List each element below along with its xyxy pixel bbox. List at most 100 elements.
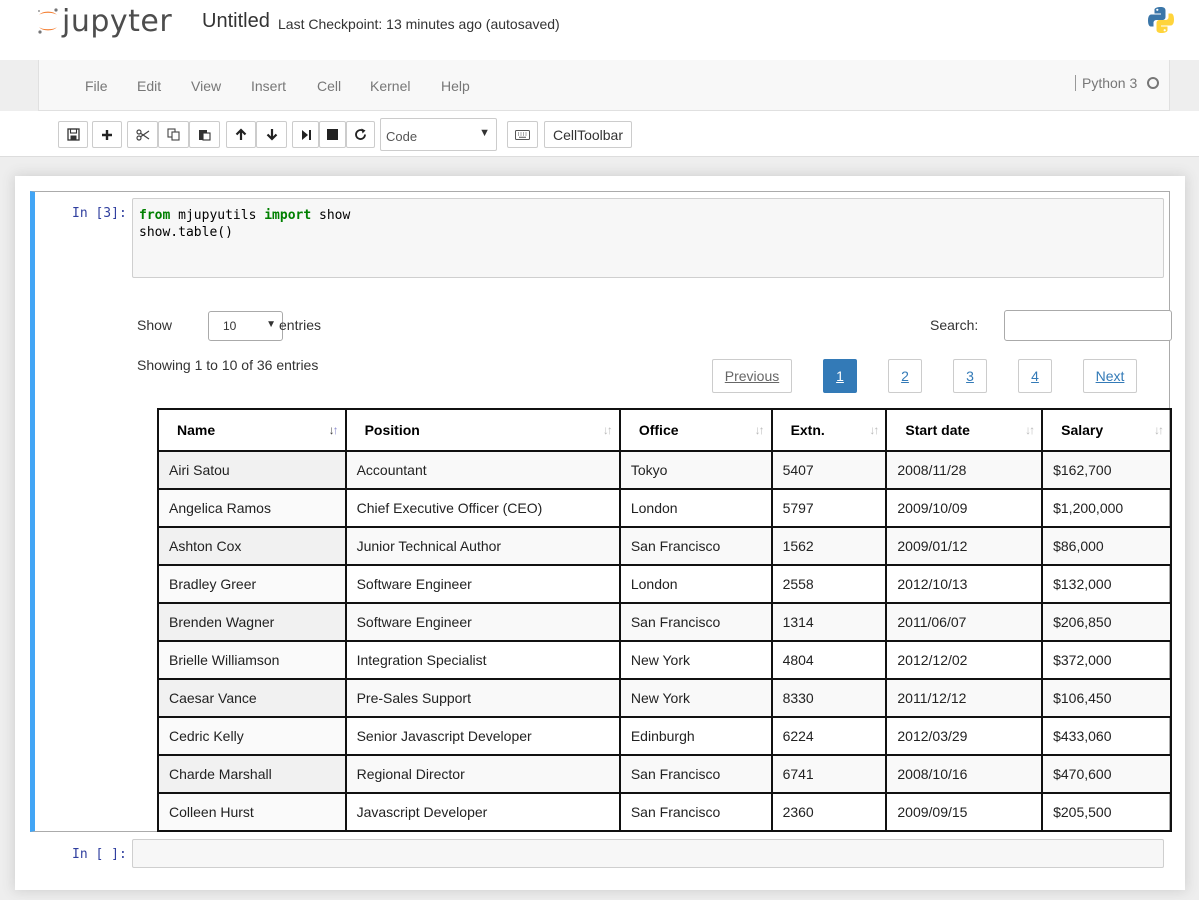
cell-position: Senior Javascript Developer xyxy=(344,716,621,756)
cell-salary: $1,200,000 xyxy=(1041,488,1172,528)
page-4-button[interactable]: 4 xyxy=(1018,359,1052,393)
next-button[interactable]: Next xyxy=(1083,359,1137,393)
cell-extn: 5407 xyxy=(770,450,888,490)
celltoolbar-button[interactable]: CellToolbar xyxy=(544,121,632,148)
checkpoint-status: Last Checkpoint: 13 minutes ago (autosav… xyxy=(278,16,560,32)
menu-file[interactable]: File xyxy=(85,78,108,94)
column-header-position[interactable]: Position ↓↑ xyxy=(344,408,621,452)
table-row: Brielle Williamson Integration Specialist… xyxy=(157,640,1172,680)
table-row: Airi Satou Accountant Tokyo 5407 2008/11/28 $… xyxy=(157,450,1172,490)
code-line-1: from mjupyutils import show xyxy=(139,207,1157,224)
cell-name: Airi Satou xyxy=(157,450,347,490)
table-row: Bradley Greer Software Engineer London 2558… xyxy=(157,564,1172,604)
empty-code-cell[interactable] xyxy=(132,839,1164,868)
kernel-indicator: Python 3 xyxy=(1075,75,1160,91)
menu-help[interactable]: Help xyxy=(441,78,470,94)
menu-insert[interactable]: Insert xyxy=(251,78,286,94)
cell-name: Angelica Ramos xyxy=(157,488,347,528)
column-header-start-date[interactable]: Start date ↓↑ xyxy=(885,408,1044,452)
column-label: Start date xyxy=(905,422,970,438)
cell-office: San Francisco xyxy=(618,526,773,566)
sort-icon: ↓↑ xyxy=(1154,423,1164,437)
table-row: Charde Marshall Regional Director San Fran… xyxy=(157,754,1172,794)
previous-button[interactable]: Previous xyxy=(712,359,792,393)
jupyter-logo[interactable]: jupyter xyxy=(36,4,172,39)
cell-name: Brenden Wagner xyxy=(157,602,347,642)
cell-prompt: In [3]: xyxy=(72,206,127,221)
save-icon xyxy=(66,128,80,141)
kernel-name: Python 3 xyxy=(1082,75,1138,91)
page-length-select[interactable]: 10 ▼ xyxy=(208,311,283,341)
cell-position: Integration Specialist xyxy=(344,640,621,680)
column-label: Name xyxy=(177,422,216,438)
cell-office: New York xyxy=(618,678,773,718)
cell-type-select[interactable]: Code ▼ xyxy=(380,118,497,151)
cell-name: Cedric Kelly xyxy=(157,716,347,756)
column-header-extn[interactable]: Extn. ↓↑ xyxy=(770,408,888,452)
copy-button[interactable] xyxy=(158,121,189,148)
cell-office: Tokyo xyxy=(618,450,773,490)
cell-start-date: 2009/09/15 xyxy=(885,792,1044,832)
paste-button[interactable] xyxy=(189,121,220,148)
header: jupyter Untitled Last Checkpoint: 13 min… xyxy=(0,0,1199,60)
menu-cell[interactable]: Cell xyxy=(317,78,341,94)
move-down-button[interactable] xyxy=(256,121,287,148)
table-row: Cedric Kelly Senior Javascript Developer E… xyxy=(157,716,1172,756)
selected-code-cell[interactable]: In [3]: from mjupyutils import show show… xyxy=(30,191,1172,832)
cell-salary: $470,600 xyxy=(1041,754,1172,794)
sort-icon: ↓↑ xyxy=(1025,423,1035,437)
column-header-name[interactable]: Name ↓↑ xyxy=(157,408,347,452)
command-palette-button[interactable] xyxy=(507,121,538,148)
code-editor[interactable]: from mjupyutils import show show.table() xyxy=(132,198,1164,278)
cell-name: Brielle Williamson xyxy=(157,640,347,680)
run-button[interactable] xyxy=(292,121,319,148)
cell-start-date: 2008/11/28 xyxy=(885,450,1044,490)
cell-salary: $86,000 xyxy=(1041,526,1172,566)
restart-button[interactable] xyxy=(346,121,375,148)
move-up-button[interactable] xyxy=(226,121,256,148)
data-table: Name ↓↑ Position ↓↑ Office ↓↑ Extn. ↓↑ Start… xyxy=(157,408,1172,832)
cell-position: Software Engineer xyxy=(344,564,621,604)
table-row: Angelica Ramos Chief Executive Officer (C… xyxy=(157,488,1172,528)
cell-office: London xyxy=(618,564,773,604)
table-row: Colleen Hurst Javascript Developer San Fra… xyxy=(157,792,1172,832)
cell-start-date: 2008/10/16 xyxy=(885,754,1044,794)
page-1-button[interactable]: 1 xyxy=(823,359,857,393)
search-input[interactable] xyxy=(1004,310,1172,341)
table-row: Brenden Wagner Software Engineer San Franc… xyxy=(157,602,1172,642)
cut-button[interactable] xyxy=(127,121,158,148)
table-row: Ashton Cox Junior Technical Author San Fra… xyxy=(157,526,1172,566)
cell-position: Chief Executive Officer (CEO) xyxy=(344,488,621,528)
cell-position: Regional Director xyxy=(344,754,621,794)
code-line-2: show.table() xyxy=(139,225,233,240)
save-button[interactable] xyxy=(58,121,88,148)
code-keyword-from: from xyxy=(139,208,171,223)
interrupt-button[interactable] xyxy=(319,121,346,148)
column-header-office[interactable]: Office ↓↑ xyxy=(618,408,773,452)
menu-kernel[interactable]: Kernel xyxy=(370,78,410,94)
cell-start-date: 2011/12/12 xyxy=(885,678,1044,718)
cell-salary: $162,700 xyxy=(1041,450,1172,490)
table-info: Showing 1 to 10 of 36 entries xyxy=(137,357,319,373)
sort-asc-icon: ↓↑ xyxy=(328,423,339,437)
insert-cell-button[interactable] xyxy=(92,121,122,148)
search-label: Search: xyxy=(930,317,979,333)
cell-extn: 5797 xyxy=(770,488,888,528)
menu-view[interactable]: View xyxy=(191,78,221,94)
cell-name: Caesar Vance xyxy=(157,678,347,718)
table-row: Caesar Vance Pre-Sales Support New York 833… xyxy=(157,678,1172,718)
cell-office: London xyxy=(618,488,773,528)
cell-salary: $106,450 xyxy=(1041,678,1172,718)
plus-icon xyxy=(102,129,112,140)
page-3-button[interactable]: 3 xyxy=(953,359,987,393)
restart-icon xyxy=(355,128,366,140)
page-2-button[interactable]: 2 xyxy=(888,359,922,393)
show-label: Show xyxy=(137,317,173,333)
cell-position: Accountant xyxy=(344,450,621,490)
column-header-salary[interactable]: Salary ↓↑ xyxy=(1041,408,1172,452)
notebook-name[interactable]: Untitled xyxy=(202,10,270,33)
cell-salary: $205,500 xyxy=(1041,792,1172,832)
menu-edit[interactable]: Edit xyxy=(137,78,161,94)
cell-name: Colleen Hurst xyxy=(157,792,347,832)
kernel-idle-icon xyxy=(1147,77,1160,89)
